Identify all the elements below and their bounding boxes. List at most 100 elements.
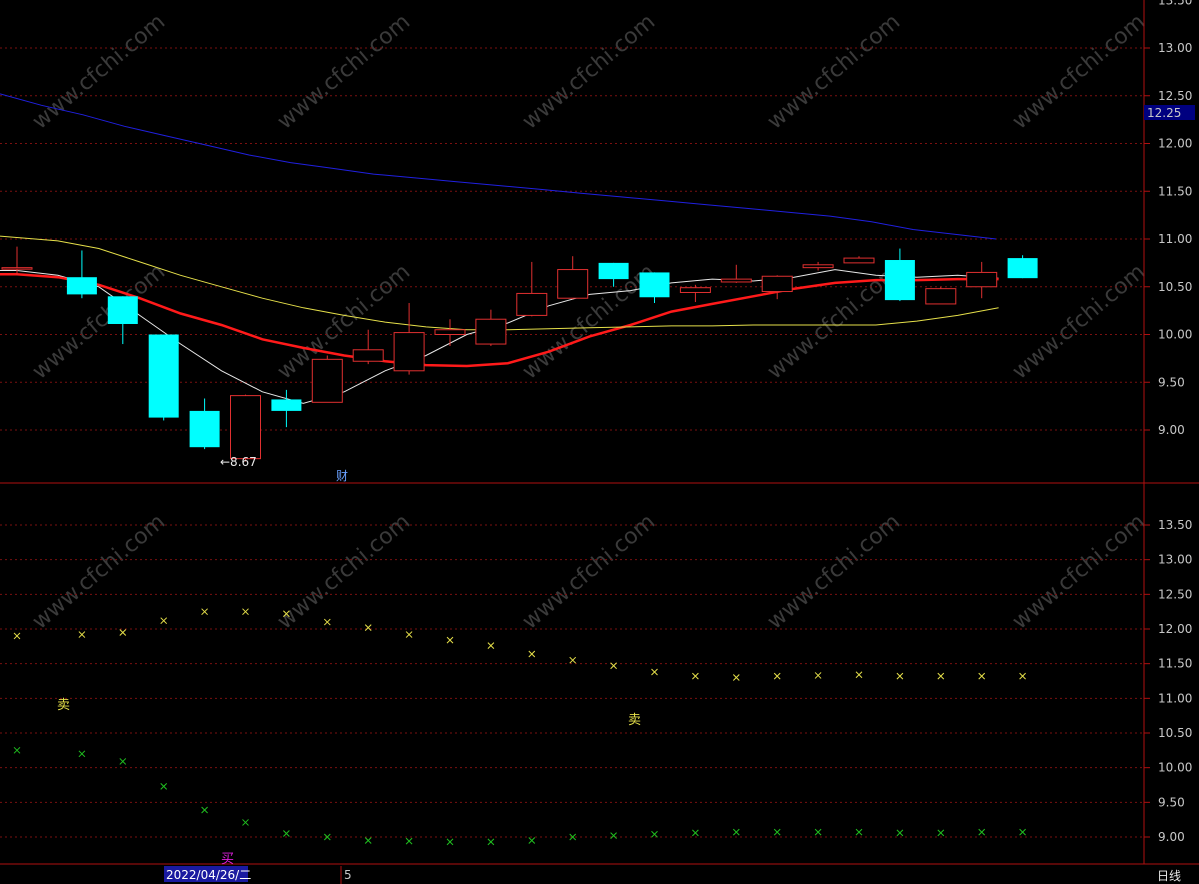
candle-body: [966, 271, 998, 288]
x-marker: [569, 656, 577, 664]
x-marker: [692, 829, 699, 837]
y-tick-label: 12.50: [1158, 587, 1192, 601]
x-marker: [855, 828, 863, 836]
x-marker: [773, 672, 781, 680]
watermark-text: www.cfchi.com: [1008, 9, 1150, 134]
x-marker: [896, 829, 904, 837]
x-marker: [978, 672, 986, 680]
x-marker: [487, 642, 495, 649]
candle: [230, 394, 261, 462]
candle-body: [148, 334, 179, 418]
candle: [802, 261, 834, 271]
candle-body: [925, 288, 957, 305]
y-tick-label: 13.50: [1158, 0, 1192, 7]
candle-body: [802, 264, 834, 269]
candle: [352, 329, 384, 365]
candle: [148, 334, 179, 421]
x-marker: [201, 608, 208, 616]
x-marker: [446, 636, 454, 644]
candle-body: [679, 287, 711, 293]
watermark-text: www.cfchi.com: [273, 509, 415, 634]
candle: [679, 284, 711, 303]
candle-body: [393, 332, 425, 372]
candle-body: [311, 358, 343, 403]
candle-body: [598, 262, 629, 280]
x-marker: [160, 783, 168, 790]
watermark-text: www.cfchi.com: [28, 9, 170, 134]
x-marker: [405, 837, 413, 845]
x-marker: [78, 750, 86, 758]
y-tick-label: 13.50: [1158, 518, 1192, 532]
watermark-text: www.cfchi.com: [273, 9, 415, 134]
candle: [516, 261, 548, 317]
x-marker: [160, 617, 168, 625]
candle: [884, 248, 915, 302]
ma-line: [0, 93, 997, 240]
x-marker: [610, 662, 617, 670]
indicator-markers: [13, 608, 1026, 846]
x-marker: [242, 819, 249, 826]
x-marker: [528, 650, 536, 658]
x-marker: [487, 838, 495, 846]
x-marker: [446, 838, 454, 846]
candle: [66, 250, 97, 299]
x-marker: [78, 631, 86, 638]
candle: [761, 275, 793, 300]
period-label[interactable]: 日线: [1157, 869, 1181, 883]
y-tick-label: 11.50: [1158, 657, 1192, 671]
candle-body: [720, 278, 752, 283]
x-marker: [732, 828, 740, 836]
stock-chart[interactable]: www.cfchi.com www.cfchi.com www.cfchi.com w…: [0, 0, 1199, 884]
candle: [107, 296, 138, 345]
x-marker: [528, 837, 536, 844]
candle: [639, 272, 670, 303]
current-price-value: 12.25: [1147, 106, 1181, 120]
candle: [1007, 255, 1038, 279]
y-tick-label: 11.50: [1158, 184, 1192, 198]
x-marker: [13, 746, 21, 754]
x-marker: [283, 830, 290, 837]
candle: [475, 309, 507, 346]
candle: [843, 256, 875, 264]
x-marker: [119, 629, 127, 636]
watermark-text: www.cfchi.com: [763, 509, 905, 634]
x-marker: [651, 668, 658, 676]
y-tick-label: 13.00: [1158, 553, 1192, 567]
finance-report-marker[interactable]: 财: [336, 469, 348, 483]
x-marker: [773, 828, 781, 836]
date-cursor-label: 2022/04/26/二: [166, 868, 251, 882]
candle-body: [1, 267, 33, 270]
candle-body: [843, 257, 875, 264]
bottom-index-label: 5: [344, 868, 352, 882]
y-tick-label: 9.00: [1158, 830, 1185, 844]
watermark-text: www.cfchi.com: [1008, 509, 1150, 634]
candle-body: [761, 275, 793, 293]
candle-body: [66, 277, 97, 295]
y-tick-label: 9.00: [1158, 423, 1185, 437]
candle: [434, 319, 466, 346]
candle: [557, 256, 589, 300]
candle-body: [189, 410, 220, 448]
sell-signal-2: 卖: [628, 713, 641, 728]
y-tick-label: 11.00: [1158, 232, 1192, 246]
x-marker: [405, 631, 413, 638]
sell-signal-1: 卖: [57, 698, 70, 713]
y-tick-label: 9.50: [1158, 375, 1185, 389]
candle: [925, 286, 957, 305]
x-marker: [610, 832, 617, 839]
candle: [720, 264, 752, 283]
x-marker: [814, 828, 822, 836]
y-tick-label: 12.50: [1158, 89, 1192, 103]
indicator-y-axis: 9.00 9.50 10.00 10.50 11.00 11.50 12.00 12.50 13…: [1158, 518, 1192, 844]
y-tick-label: 10.00: [1158, 761, 1192, 775]
x-marker: [651, 830, 658, 838]
candle: [311, 355, 343, 403]
candle-body: [434, 329, 466, 336]
x-marker: [13, 632, 21, 640]
watermark-text: www.cfchi.com: [763, 9, 905, 134]
x-marker: [814, 672, 822, 679]
x-marker: [896, 672, 904, 680]
x-marker: [1019, 828, 1026, 836]
y-tick-label: 10.00: [1158, 328, 1192, 342]
watermark-text: www.cfchi.com: [518, 9, 660, 134]
